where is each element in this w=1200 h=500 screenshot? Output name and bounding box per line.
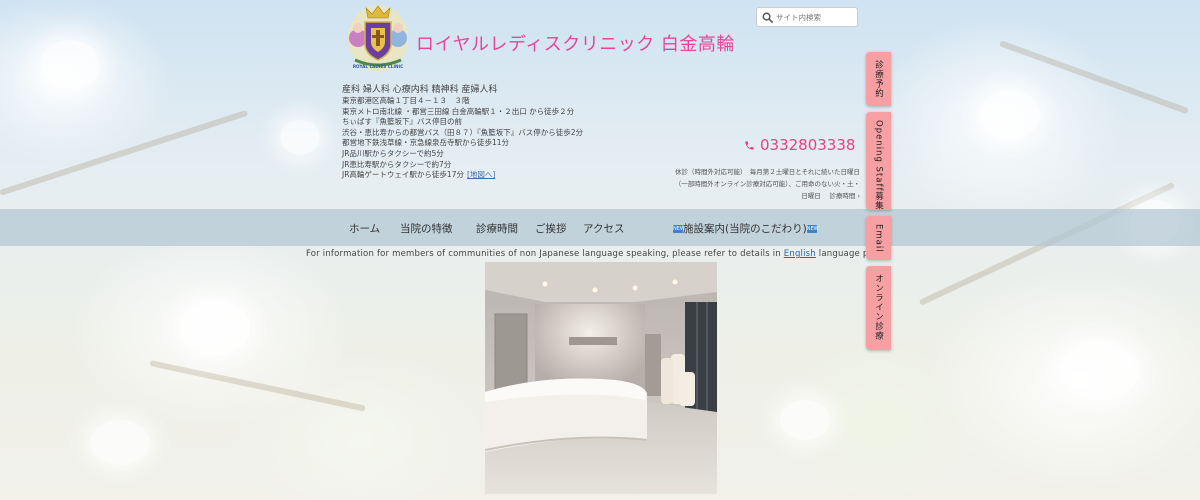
nav-greeting[interactable]: ご挨拶 [535,221,567,236]
reception-photo [485,262,717,494]
departments-list: 産科 婦人科 心療内科 精神科 産婦人科 [342,85,498,95]
side-tab-email[interactable]: Email [866,216,891,260]
notice-text-end: language page. [818,249,866,259]
site-search[interactable] [756,7,858,27]
map-link[interactable]: [地図へ] [467,170,495,179]
nav-home[interactable]: ホーム [349,221,380,236]
language-notice: For information for members of communiti… [306,249,866,259]
side-tab-staff-recruit[interactable]: Opening Staff募集 [866,112,891,210]
side-tab-reservation[interactable]: 診療予約 [866,52,891,106]
access-line-last: JR高輪ゲートウェイ駅から徒歩17分 [地図へ] [342,170,672,181]
access-line: 都営地下鉄浅草線・京急線泉岳寺駅から徒歩11分 [342,138,510,148]
phone-link[interactable]: 0332803338 [744,136,855,154]
phone-icon [745,140,754,150]
site-title[interactable]: ロイヤルレディスクリニック 白金高輪 [416,30,735,56]
access-line: 東京メトロ南北線 ・都営三田線 白金高輪駅１・２出口 から徒歩２分 [342,106,575,116]
nav-access[interactable]: アクセス [583,221,624,236]
side-tab-label: 診療予約 [873,60,884,98]
access-line: ちぃばす『魚籃坂下』バス停目の前 [342,117,462,127]
side-tab-label: Opening Staff募集 [873,120,884,211]
nav-hours[interactable]: 診療時間 [476,221,518,236]
english-link[interactable]: English [784,249,816,259]
side-tab-label: Email [873,224,884,253]
search-input[interactable] [773,12,854,22]
access-line: JR品川駅からタクシーで約5分 [342,148,444,158]
hours-line: 休診（時間外対応可能） 毎月第２土曜日とそれに続いた日曜日 [674,168,860,176]
hours-line: （一部時間外オンライン診療対応可能）、ご用命のない火・土・ [674,180,860,188]
side-tab-label: オンライン診療 [873,274,884,341]
side-tab-online-consult[interactable]: オンライン診療 [866,266,891,350]
nav-facility-label: 施設案内(当院のこだわり) [683,223,807,235]
hours-link[interactable]: 日曜日 診療時間 › [660,190,860,202]
notice-text: For information for members of communiti… [306,249,784,259]
clinic-logo[interactable]: ROYAL LADIES CLINIC [345,2,411,72]
search-icon [762,12,773,23]
clinic-hours-note: 休診（時間外対応可能） 毎月第２土曜日とそれに続いた日曜日 （一部時間外オンライ… [660,166,860,202]
access-line: JR高輪ゲートウェイ駅から徒歩17分 [342,170,464,180]
access-line: 東京都港区高輪１丁目４－１３ ３階 [342,96,470,105]
nav-features[interactable]: 当院の特徴 [400,221,453,236]
access-info: 東京都港区高輪１丁目４－１３ ３階 東京メトロ南北線 ・都営三田線 白金高輪駅１… [342,96,672,181]
access-line: JR恵比寿駅からタクシーで約7分 [342,159,452,169]
phone-number: 0332803338 [760,136,856,154]
logo-lettering: ROYAL LADIES CLINIC [353,64,403,69]
new-badge-icon: NEW [673,225,685,233]
access-line: 渋谷・恵比寿からの都営バス（田８７）『魚籃坂下』バス停から徒歩2分 [342,127,584,137]
nav-facility[interactable]: NEW施設案内(当院のこだわり)NEW [673,221,819,236]
new-badge-icon: NEW [806,225,819,233]
